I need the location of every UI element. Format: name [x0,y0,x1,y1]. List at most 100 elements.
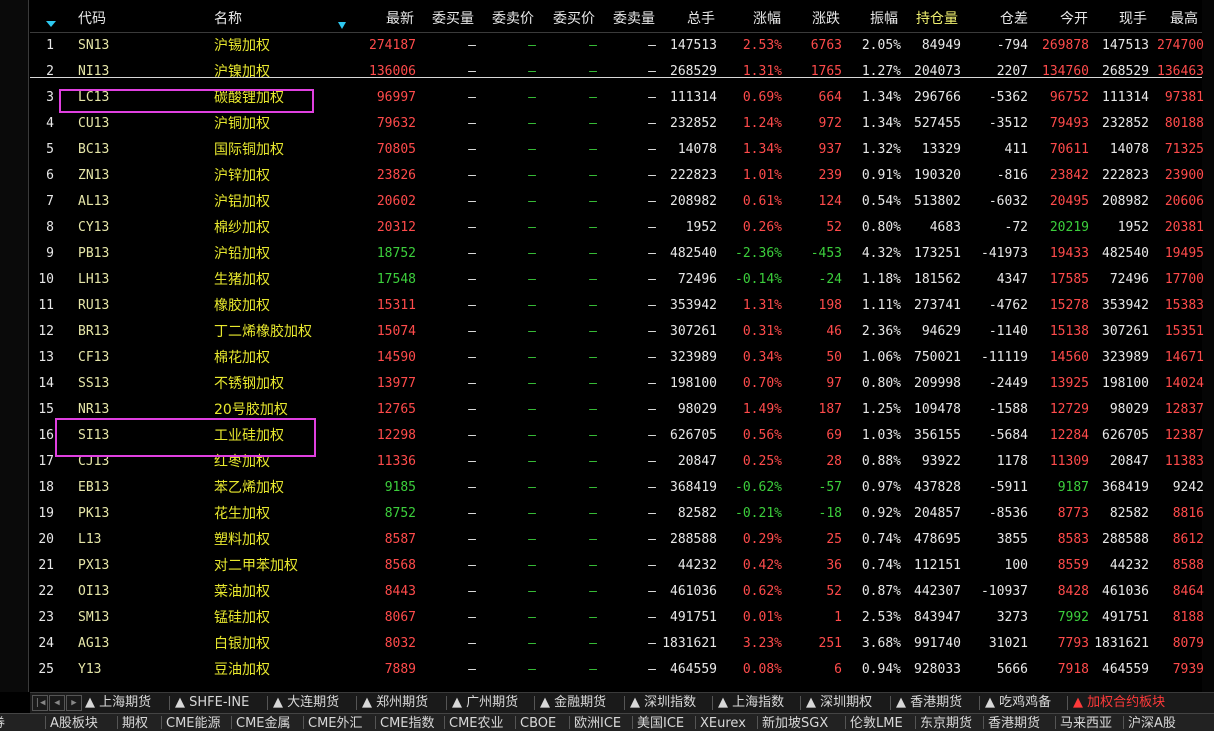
tab-first-icon[interactable]: |◀ [32,695,48,711]
table-row[interactable]: 25 Y13 豆油加权 7889— — — —464559 0.08% 6 0.94% 928033… [30,657,1204,683]
bottom-tab-15[interactable]: 香港期货 [988,716,1040,731]
bottom-tab-3[interactable]: CME能源 [166,716,221,731]
tab-market-9[interactable]: ▲ 香港期货 [896,693,962,713]
bottom-tab-4[interactable]: CME金属 [236,716,291,731]
bottom-tab-2[interactable]: 期权 [122,716,148,731]
cell-last: 8587 [384,532,416,547]
bottom-tab-11[interactable]: XEurex [700,716,746,731]
table-row[interactable]: 13 CF13 棉花加权 14590— — — —323989 0.34% 50 1.06% 750… [30,345,1204,371]
cell-code: AL13 [78,194,110,209]
cell-current-vol: 482540 [1102,246,1149,261]
row-index: 24 [38,636,54,651]
cell-current-vol: 464559 [1102,662,1149,677]
table-row[interactable]: 23 SM13 锰硅加权 8067— — — —491751 0.01% 1 2.53% 84394… [30,605,1204,631]
tab-market-0[interactable]: ▲ 上海期货 [85,693,151,713]
bottom-tab-17[interactable]: 沪深A股 [1128,716,1176,731]
bottom-tab-5[interactable]: CME外汇 [308,716,363,731]
tab-market-10[interactable]: ▲ 吃鸡鸡备 [985,693,1051,713]
col-header-last[interactable]: 最新 [386,7,414,31]
cell-total: 491751 [670,610,717,625]
col-header-current-vol[interactable]: 现手 [1119,7,1147,31]
table-row[interactable]: 9 PB13 沪铅加权 18752— — — —482540 -2.36% -453 4.32% 1… [30,241,1204,267]
table-row[interactable]: 8 CY13 棉纱加权 20312— — — —1952 0.26% 52 0.80% 4683 -7… [30,215,1204,241]
bottom-tab-16[interactable]: 马来西亚 [1060,716,1112,731]
col-header-ask-vol[interactable]: 委卖量 [613,7,655,31]
table-row[interactable]: 11 RU13 橡胶加权 15311— — — —353942 1.31% 198 1.11% 27… [30,293,1204,319]
col-header-oi-change[interactable]: 仓差 [1000,7,1028,31]
col-header-open[interactable]: 今开 [1060,7,1088,31]
cell-code: NI13 [78,64,110,79]
table-row[interactable]: 5 BC13 国际铜加权 70805— — — —14078 1.34% 937 1.32% 133… [30,137,1204,163]
cell-name: 棉花加权 [214,350,270,366]
tab-market-2[interactable]: ▲ 大连期货 [273,693,339,713]
table-row[interactable]: 12 BR13 丁二烯橡胶加权 15074— — — —307261 0.31% 46 2.36%… [30,319,1204,345]
tab-market-1[interactable]: ▲ SHFE-INE [175,693,249,713]
bottom-tab-10[interactable]: 美国ICE [637,716,684,731]
table-row[interactable]: 4 CU13 沪铜加权 79632— — — —232852 1.24% 972 1.34% 527… [30,111,1204,137]
tab-market-8[interactable]: ▲ 深圳期权 [806,693,872,713]
tab-separator [800,696,801,710]
table-row[interactable]: 14 SS13 不锈钢加权 13977— — — —198100 0.70% 97 0.80% 20… [30,371,1204,397]
col-header-amplitude[interactable]: 振幅 [870,7,898,31]
tab-market-5[interactable]: ▲ 金融期货 [540,693,606,713]
tab-next-icon[interactable]: ▶ [66,695,82,711]
sort-desc-icon[interactable] [46,21,56,27]
cell-last: 12298 [376,428,416,443]
table-row[interactable]: 19 PK13 花生加权 8752— — — —82582 -0.21% -18 0.92% 204… [30,501,1204,527]
bottom-tab-9[interactable]: 欧洲ICE [574,716,621,731]
table-row[interactable]: 1 SN13 沪锡加权 274187— — — —147513 2.53% 6763 2.05% 8… [30,33,1204,59]
table-row[interactable]: 21 PX13 对二甲苯加权 8568— — — —44232 0.42% 36 0.74% 112… [30,553,1204,579]
bottom-tab-7[interactable]: CME农业 [449,716,504,731]
cell-bid-vol: — [468,64,476,79]
col-header-change[interactable]: 涨跌 [812,7,840,31]
cell-ask-price: — [528,610,536,625]
bottom-tab-0[interactable]: 券 [0,716,5,731]
sort-arrow-icon[interactable] [338,22,346,29]
table-row[interactable]: 6 ZN13 沪锌加权 23826— — — —222823 1.01% 239 0.91% 190… [30,163,1204,189]
cell-current-vol: 111314 [1102,90,1149,105]
cell-change-pct: 0.62% [742,584,782,599]
table-row[interactable]: 24 AG13 白银加权 8032— — — —1831621 3.23% 251 3.68% 99… [30,631,1204,657]
cell-oi-change: 5666 [996,662,1028,677]
cell-open-interest: 190320 [914,168,961,183]
tab-separator [534,696,535,710]
table-row[interactable]: 18 EB13 苯乙烯加权 9185— — — —368419 -0.62% -57 0.97% 4… [30,475,1204,501]
cell-change-pct: 1.31% [742,298,782,313]
col-header-name[interactable]: 名称 [214,7,242,31]
bottom-tab-1[interactable]: A股板块 [50,716,98,731]
table-row[interactable]: 20 L13 塑料加权 8587— — — —288588 0.29% 25 0.74% 47869… [30,527,1204,553]
bottom-tab-14[interactable]: 东京期货 [920,716,972,731]
cell-bid-vol: — [468,246,476,261]
col-header-bid-vol[interactable]: 委买量 [432,7,474,31]
table-row[interactable]: 10 LH13 生猪加权 17548— — — —72496 -0.14% -24 1.18% 18… [30,267,1204,293]
tab-market-7[interactable]: ▲ 上海指数 [718,693,784,713]
tab-market-6[interactable]: ▲ 深圳指数 [630,693,696,713]
col-header-code[interactable]: 代码 [78,7,106,31]
cell-oi-change: -41973 [981,246,1028,261]
tab-market-4[interactable]: ▲ 广州期货 [452,693,518,713]
table-row[interactable]: 7 AL13 沪铝加权 20602— — — —208982 0.61% 124 0.54% 513… [30,189,1204,215]
cell-total: 20847 [677,454,717,469]
tab-market-3[interactable]: ▲ 郑州期货 [362,693,428,713]
table-row[interactable]: 2 NI13 沪镍加权 136006— — — —268529 1.31% 1765 1.27% 2… [30,59,1204,85]
bottom-tab-8[interactable]: CBOE [520,716,556,731]
bottom-tab-6[interactable]: CME指数 [380,716,435,731]
cell-oi-change: -4762 [988,298,1028,313]
cell-name: 沪镍加权 [214,64,270,80]
col-header-bid-price[interactable]: 委买价 [553,7,595,31]
col-header-open-interest[interactable]: 持仓量 [916,7,958,31]
cell-change-pct: 0.08% [742,662,782,677]
tab-prev-icon[interactable]: ◀ [49,695,65,711]
bottom-tab-12[interactable]: 新加坡SGX [762,716,828,731]
col-header-ask-price[interactable]: 委卖价 [492,7,534,31]
bottom-tab-13[interactable]: 伦敦LME [850,716,903,731]
bottom-separator [983,716,984,729]
cell-name: 生猪加权 [214,272,270,288]
table-row[interactable]: 22 OI13 菜油加权 8443— — — —461036 0.62% 52 0.87% 4423… [30,579,1204,605]
cell-last: 11336 [376,454,416,469]
col-header-high[interactable]: 最高 [1170,7,1198,31]
col-header-change-pct[interactable]: 涨幅 [753,7,781,31]
col-header-total[interactable]: 总手 [687,7,715,31]
tab-market-11[interactable]: ▲ 加权合约板块 [1073,693,1165,713]
cell-oi-change: -11119 [981,350,1028,365]
